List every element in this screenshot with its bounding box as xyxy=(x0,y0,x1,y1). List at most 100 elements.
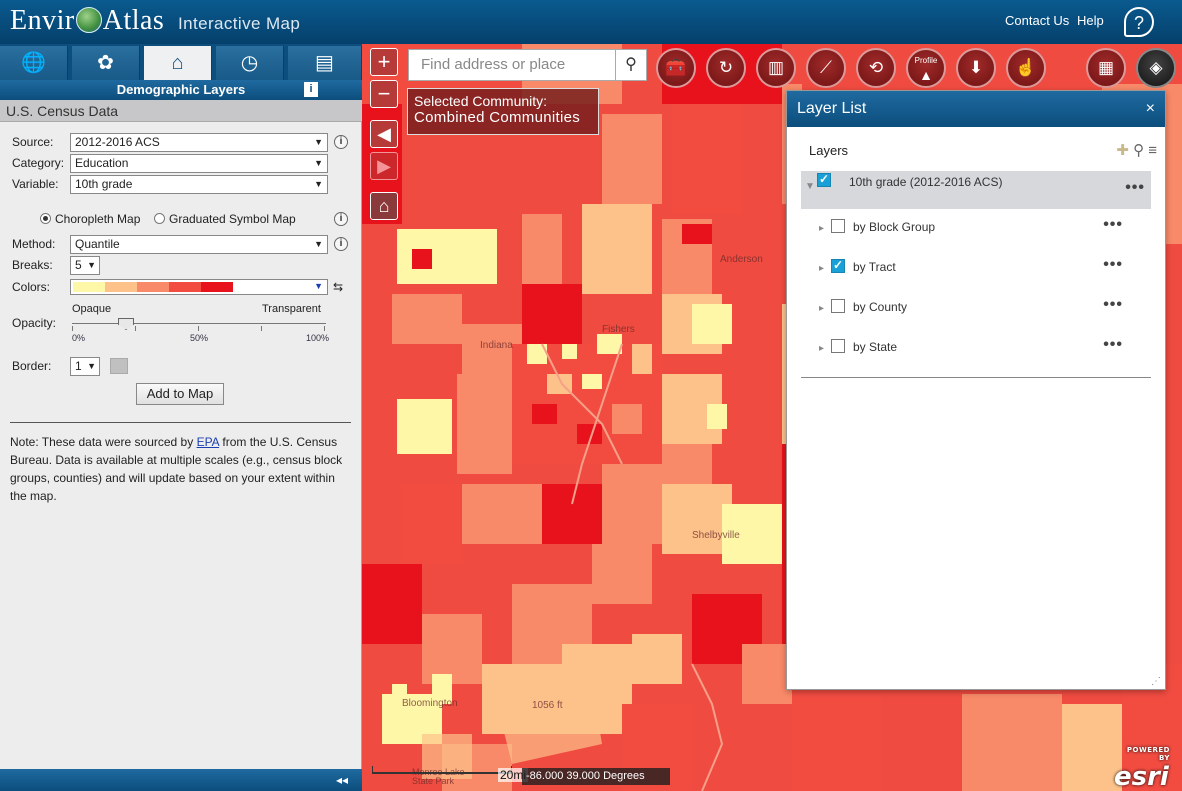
border-value: 1 xyxy=(75,359,82,373)
layer-label: by County xyxy=(853,300,908,314)
opacity-slider-handle[interactable] xyxy=(118,318,134,330)
source-label: Source: xyxy=(12,135,54,149)
esri-powered-by: POWERED BY xyxy=(1126,746,1170,762)
layer-row-block-group[interactable]: ▸ by Block Group ••• xyxy=(801,211,1151,249)
more-options-icon[interactable]: ••• xyxy=(1103,256,1123,274)
envir-atlas-logo[interactable]: Envir Atlas xyxy=(10,5,164,37)
search-icon: ⚲ xyxy=(625,56,637,73)
chevron-right-icon[interactable]: ▸ xyxy=(819,263,824,274)
layer-row-state[interactable]: ▸ by State ••• xyxy=(801,331,1151,369)
more-options-icon[interactable]: ••• xyxy=(1103,296,1123,314)
next-extent-button[interactable]: ▶ xyxy=(370,152,398,180)
graduated-radio[interactable]: Graduated Symbol Map xyxy=(154,212,296,226)
selected-community-box[interactable]: Selected Community: Combined Communities xyxy=(407,88,599,135)
pct-100: 100% xyxy=(306,333,330,343)
chevron-down-icon: ▼ xyxy=(314,239,323,249)
eco-cycle-button[interactable]: ↻ xyxy=(706,48,746,88)
help-question-icon[interactable]: ? xyxy=(1124,7,1154,37)
tab-history[interactable]: ◷ xyxy=(216,46,284,80)
selected-community-label: Selected Community: xyxy=(414,93,548,109)
choropleth-radio[interactable]: Choropleth Map xyxy=(40,212,140,226)
home-button[interactable]: ⌂ xyxy=(370,192,398,220)
select-icon: ☝ xyxy=(1015,58,1037,77)
border-select[interactable]: 1 ▼ xyxy=(70,357,100,376)
more-options-icon[interactable]: ••• xyxy=(1103,216,1123,234)
reverse-colors-icon[interactable]: ⇆ xyxy=(333,280,343,294)
chevron-down-icon[interactable]: ▼ xyxy=(805,181,815,192)
variable-label: Variable: xyxy=(12,177,59,191)
coordinate-readout[interactable]: -86.000 39.000 Degrees xyxy=(522,768,670,785)
border-label: Border: xyxy=(12,359,52,373)
draw-line-icon: ⟋ xyxy=(820,58,832,77)
layer-list-title: Layer List xyxy=(797,100,867,117)
layer-row-10th-grade[interactable]: ▼ 10th grade (2012-2016 ACS) ••• xyxy=(801,171,1151,209)
basemap-button[interactable]: ▦ xyxy=(1086,48,1126,88)
chevron-right-icon[interactable]: ▸ xyxy=(819,343,824,354)
layer-checkbox[interactable] xyxy=(831,258,845,273)
tab-demographic[interactable]: ⌂ xyxy=(144,46,212,80)
layer-checkbox[interactable] xyxy=(831,339,845,353)
method-info-icon[interactable]: i xyxy=(334,237,348,251)
panel-info-icon[interactable]: i xyxy=(304,82,318,97)
profile-button[interactable]: Profile ▲ xyxy=(906,48,946,88)
layers-button[interactable]: ◈ xyxy=(1136,48,1176,88)
resize-handle-icon[interactable]: ⋰ xyxy=(1151,676,1161,687)
filter-icon[interactable]: ≡ xyxy=(1148,142,1157,159)
category-select[interactable]: Education ▼ xyxy=(70,154,328,173)
tab-globe[interactable]: 🌐 xyxy=(0,46,68,80)
method-select[interactable]: Quantile ▼ xyxy=(70,235,328,254)
toolbox-button[interactable]: 🧰 xyxy=(656,48,696,88)
search-input[interactable]: Find address or place xyxy=(408,49,616,81)
border-color-swatch[interactable] xyxy=(110,358,128,374)
layer-row-tract[interactable]: ▸ by Tract ••• xyxy=(801,251,1151,289)
chart-icon: ▥ xyxy=(767,58,785,77)
chart-button[interactable]: ▥ xyxy=(756,48,796,88)
contact-us-link[interactable]: Contact Us xyxy=(1005,13,1069,28)
draw-line-button[interactable]: ⟋ xyxy=(806,48,846,88)
variable-select[interactable]: 10th grade ▼ xyxy=(70,175,328,194)
opacity-slider-track[interactable] xyxy=(72,323,326,324)
logo-text-right: Atlas xyxy=(102,5,165,36)
select-button[interactable]: ☝ xyxy=(1006,48,1046,88)
method-label: Method: xyxy=(12,237,56,251)
route-button[interactable]: ⟲ xyxy=(856,48,896,88)
zoom-in-button[interactable]: + xyxy=(370,48,398,76)
zoom-out-button[interactable]: − xyxy=(370,80,398,108)
pct-0: 0% xyxy=(72,333,86,343)
color-ramp-select[interactable]: ▼ xyxy=(70,279,328,295)
more-options-icon[interactable]: ••• xyxy=(1103,336,1123,354)
panel-title: Demographic Layers i xyxy=(0,80,362,100)
map-type-info-icon[interactable]: i xyxy=(334,212,348,226)
layer-checkbox[interactable] xyxy=(831,299,845,313)
tab-ecosystem[interactable]: ✿ xyxy=(72,46,140,80)
layer-checkbox[interactable] xyxy=(831,219,845,233)
help-link[interactable]: Help xyxy=(1077,13,1104,28)
more-options-icon[interactable]: ••• xyxy=(1125,179,1145,197)
layers-label: Layers xyxy=(809,143,849,158)
search-icon[interactable]: ⚲ xyxy=(1133,142,1144,159)
panel-collapse-bar[interactable]: ◂◂ xyxy=(0,769,362,791)
opacity-label: Opacity: xyxy=(12,316,57,330)
chevron-right-icon[interactable]: ▸ xyxy=(819,223,824,234)
breaks-select[interactable]: 5 ▼ xyxy=(70,256,100,275)
source-info-icon[interactable]: i xyxy=(334,135,348,149)
download-button[interactable]: ⬇ xyxy=(956,48,996,88)
previous-extent-button[interactable]: ◀ xyxy=(370,120,398,148)
layer-checkbox[interactable] xyxy=(817,172,831,187)
ramp-swatch-3 xyxy=(137,282,169,292)
panel-title-text: Demographic Layers xyxy=(116,82,246,97)
tab-library[interactable]: ▤ xyxy=(288,46,362,80)
choropleth-label: Choropleth Map xyxy=(55,212,141,226)
source-select[interactable]: 2012-2016 ACS ▼ xyxy=(70,133,328,152)
chevron-right-icon[interactable]: ▸ xyxy=(819,303,824,314)
layer-row-county[interactable]: ▸ by County ••• xyxy=(801,291,1151,329)
close-icon[interactable]: × xyxy=(1146,91,1155,127)
globe-plus-icon: 🌐 xyxy=(21,52,46,74)
search-button[interactable]: ⚲ xyxy=(615,49,647,81)
chevron-down-icon: ▼ xyxy=(314,158,323,168)
puzzle-icon[interactable]: ✚ xyxy=(1116,142,1129,159)
add-to-map-button[interactable]: Add to Map xyxy=(136,383,224,405)
book-plus-icon: ▤ xyxy=(315,52,334,74)
epa-link[interactable]: EPA xyxy=(197,435,219,449)
map-view[interactable]: + − ◀ ▶ ⌂ Find address or place ⚲ Select… xyxy=(362,44,1182,791)
